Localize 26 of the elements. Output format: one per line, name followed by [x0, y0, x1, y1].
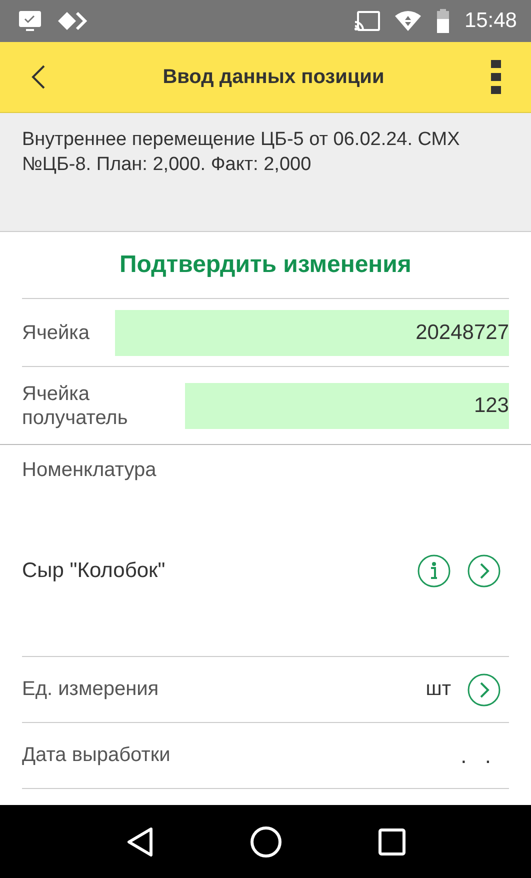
field-label: Номенклатура [22, 459, 156, 482]
more-menu-icon[interactable] [491, 60, 501, 94]
monitor-check-icon [18, 10, 42, 32]
field-label: Дата выработки [22, 744, 170, 767]
chevron-right-circle-icon[interactable] [467, 672, 501, 706]
cast-icon [354, 11, 380, 31]
home-nav-icon[interactable] [250, 826, 282, 858]
recents-nav-icon[interactable] [378, 828, 406, 856]
document-info: Внутреннее перемещение ЦБ-5 от 06.02.24. СМХ №ЦБ-8. План: 2,000. Факт: 2,000 [22, 129, 460, 175]
battery-icon [436, 9, 450, 33]
info-icon[interactable] [417, 554, 451, 588]
field-label: Ячейка [22, 320, 90, 344]
date-value[interactable]: . . [460, 742, 497, 768]
diamond-arrow-icon [58, 11, 88, 31]
input-field[interactable]: 20248727 [115, 310, 509, 356]
chevron-right-circle-icon[interactable] [467, 554, 501, 588]
field-label: Ед. измерения [22, 678, 159, 701]
back-nav-icon[interactable] [126, 826, 154, 858]
field-label: Ячейка получатель [22, 382, 129, 430]
wifi-icon [394, 10, 422, 32]
back-icon[interactable] [30, 64, 46, 90]
screen-title: Ввод данных позиции [162, 66, 386, 88]
input-field[interactable]: 123 [185, 382, 509, 428]
product-name: Сыр "Колобок" [22, 559, 166, 583]
status-time: 15:48 [464, 9, 517, 33]
unit-value: шт [426, 678, 451, 701]
